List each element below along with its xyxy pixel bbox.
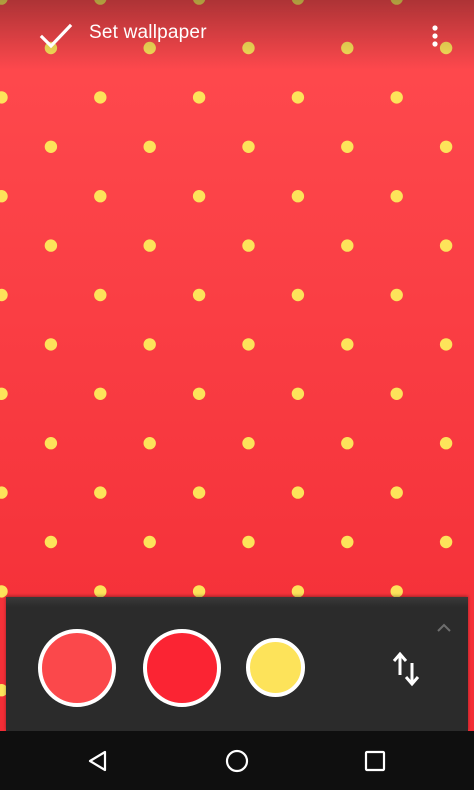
wallpaper-editor-screen: Set wallpaper: [0, 0, 474, 790]
polka-dot: [0, 486, 8, 499]
polka-dot: [242, 437, 255, 450]
polka-dot: [341, 437, 354, 450]
polka-dot: [192, 288, 206, 302]
polka-dot: [390, 486, 403, 499]
polka-dot: [44, 338, 58, 351]
swap-vert-icon: [392, 651, 420, 687]
polka-dot: [94, 91, 107, 104]
polka-dot: [390, 91, 403, 104]
polka-dot: [390, 190, 403, 203]
nav-recents-button[interactable]: [353, 741, 397, 781]
overflow-menu-button[interactable]: [422, 18, 448, 54]
polka-dot: [439, 239, 453, 252]
color-swatch-background[interactable]: [38, 629, 116, 707]
polka-dot: [192, 91, 206, 104]
polka-dot: [143, 535, 156, 549]
polka-dot: [291, 288, 305, 302]
collapse-panel-button[interactable]: [432, 619, 456, 637]
polka-dot: [94, 387, 107, 400]
polka-dot: [341, 535, 354, 549]
polka-dot: [291, 486, 305, 499]
polka-dot: [0, 190, 8, 203]
check-icon: [39, 23, 73, 49]
polka-dot: [439, 535, 453, 549]
polka-dot: [291, 585, 305, 598]
polka-dot: [390, 387, 403, 400]
polka-dot: [341, 338, 354, 351]
polka-dot: [291, 190, 305, 203]
polka-dot: [242, 535, 255, 549]
polka-dot: [341, 239, 354, 252]
polka-dot: [94, 486, 107, 499]
polka-dot: [94, 585, 107, 598]
nav-home-button[interactable]: [215, 741, 259, 781]
polka-dot: [44, 535, 58, 549]
polka-dot: [143, 338, 156, 351]
polka-dot: [44, 140, 58, 153]
chevron-up-icon: [437, 623, 451, 632]
color-swatch-dots[interactable]: [246, 638, 305, 697]
polka-dot: [143, 437, 156, 450]
polka-dot: [341, 140, 354, 153]
polka-dot: [44, 239, 58, 252]
home-circle-icon: [225, 749, 249, 773]
page-title: Set wallpaper: [89, 22, 207, 43]
polka-dot: [242, 239, 255, 252]
polka-dot: [291, 91, 305, 104]
polka-dot: [192, 190, 206, 203]
panel-edge: [6, 597, 468, 607]
polka-dot: [192, 585, 206, 598]
polka-dot: [291, 387, 305, 400]
polka-dot: [439, 338, 453, 351]
color-picker-panel: [6, 597, 468, 731]
swap-colors-button[interactable]: [384, 647, 428, 691]
polka-dot: [439, 140, 453, 153]
polka-dot: [94, 288, 107, 302]
polka-dot: [0, 288, 8, 302]
polka-dot: [143, 239, 156, 252]
set-wallpaper-confirm-button[interactable]: [34, 18, 78, 54]
top-app-bar: Set wallpaper: [0, 0, 474, 70]
polka-dot: [242, 338, 255, 351]
color-swatch-secondary[interactable]: [143, 629, 221, 707]
nav-back-button[interactable]: [76, 741, 120, 781]
system-navigation-bar: [0, 731, 474, 790]
polka-dot: [94, 190, 107, 203]
polka-dot: [143, 140, 156, 153]
polka-dot: [192, 486, 206, 499]
polka-dot: [44, 437, 58, 450]
polka-dot: [439, 437, 453, 450]
more-vert-icon: [432, 25, 438, 47]
back-triangle-icon: [88, 750, 107, 772]
recents-square-icon: [364, 750, 386, 772]
polka-dot: [0, 585, 8, 598]
polka-dot: [390, 288, 403, 302]
polka-dot: [192, 387, 206, 400]
polka-dot: [390, 585, 403, 598]
polka-dot: [0, 387, 8, 400]
polka-dot: [242, 140, 255, 153]
polka-dot: [0, 91, 8, 104]
